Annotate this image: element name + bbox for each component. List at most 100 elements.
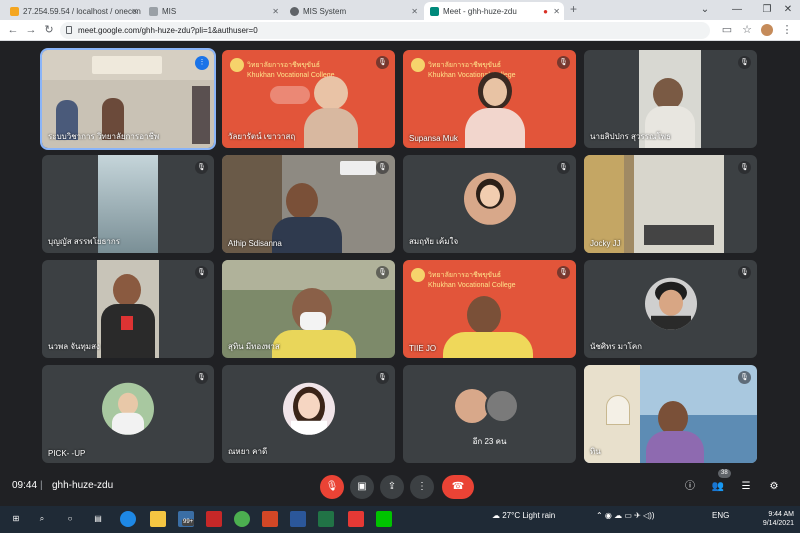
speaking-indicator-icon: ⋮ — [195, 56, 209, 70]
chrome-icon[interactable] — [234, 511, 250, 527]
reload-button[interactable]: ↻ — [40, 20, 58, 41]
weather-widget[interactable]: ☁ 27°C Light rain — [492, 511, 555, 520]
college-seal-icon — [411, 58, 425, 72]
participant-tile[interactable]: 🎙 สุทิน มีทองพาส — [222, 260, 395, 358]
avatar — [484, 389, 519, 423]
more-participants-tile[interactable]: อีก 23 คน — [403, 365, 576, 463]
participant-tile[interactable]: วิทยาลัยการอาชีพขุขันธ์ Khukhan Vocationa… — [403, 260, 576, 358]
file-explorer-icon[interactable] — [150, 511, 166, 527]
activities-button[interactable]: ⚙ — [765, 478, 783, 496]
mic-off-icon: 🎙 — [376, 371, 389, 384]
avatar — [102, 382, 154, 435]
microphone-toggle-button[interactable]: 🎙 — [320, 475, 344, 499]
present-screen-button[interactable]: ⇪ — [380, 475, 404, 499]
meeting-code: ghh-huze-zdu — [52, 480, 114, 491]
participant-tile[interactable]: วิทยาลัยการอาชีพขุขันธ์ Khukhan Vocationa… — [403, 50, 576, 148]
participants-button[interactable]: 👥 — [709, 478, 727, 496]
powerpoint-icon[interactable] — [262, 511, 278, 527]
cortana-icon[interactable]: ○ — [62, 511, 78, 527]
new-tab-button[interactable]: + — [570, 2, 577, 16]
mic-off-icon: 🎙 — [557, 266, 570, 279]
avatar — [282, 382, 335, 435]
tab-search-icon[interactable]: ⌄ — [690, 0, 720, 20]
meeting-details-button[interactable]: ⓘ — [681, 478, 699, 496]
more-options-button[interactable]: ⋮ — [410, 475, 434, 499]
participant-tile[interactable]: ⋮ ระบบวิชาการ วิทยาลัยการอาชีพ — [40, 48, 216, 150]
line-icon[interactable] — [376, 511, 392, 527]
edge-icon[interactable] — [120, 511, 136, 527]
tab-meet[interactable]: Meet - ghh-huze-zdu ● ✕ — [424, 2, 564, 20]
browser-toolbar: ← → ↻ meet.google.com/ghh-huze-zdu?pli=1… — [0, 20, 800, 41]
menu-kebab-icon[interactable]: ⋮ — [778, 20, 796, 41]
recording-icon: ● — [543, 6, 548, 16]
info-icon: ⓘ — [685, 481, 695, 492]
avatar — [644, 277, 697, 330]
mic-off-icon: 🎙 — [376, 56, 389, 69]
meeting-controls-bar: 09:44 | ghh-huze-zdu 🎙 ▣ ⇪ ⋮ ☎ ⓘ 👥 38 ☰ … — [0, 465, 800, 506]
back-button[interactable]: ← — [4, 20, 22, 41]
windows-start-icon[interactable]: ⊞ — [8, 511, 24, 527]
tab-phpmyadmin[interactable]: 27.254.59.54 / localhost / onecon ✕ — [4, 2, 142, 20]
tab-mis-system[interactable]: MIS System ✕ — [284, 2, 422, 20]
close-window-button[interactable]: ✕ — [776, 0, 800, 20]
participant-tile[interactable]: 🎙 สมฤทัย เค้มใจ — [403, 155, 576, 253]
mic-off-icon: 🎙 — [738, 161, 751, 174]
cloud-rain-icon: ☁ — [492, 511, 503, 520]
address-bar[interactable]: meet.google.com/ghh-huze-zdu?pli=1&authu… — [60, 22, 710, 39]
mic-off-icon: 🎙 — [195, 161, 208, 174]
college-seal-icon — [230, 58, 244, 72]
word-icon[interactable] — [290, 511, 306, 527]
input-language[interactable]: ENG — [712, 511, 729, 520]
browser-tab-bar: 27.254.59.54 / localhost / onecon ✕ MIS … — [0, 0, 800, 20]
app-icon[interactable] — [348, 511, 364, 527]
mic-off-icon: 🎙 — [376, 161, 389, 174]
search-icon[interactable]: ⌕ — [34, 511, 50, 527]
participant-count-badge: 38 — [718, 469, 731, 478]
chat-icon: ☰ — [741, 481, 751, 492]
bookmark-star-icon[interactable]: ☆ — [738, 20, 756, 41]
tab-mis[interactable]: MIS ✕ — [143, 2, 283, 20]
mic-off-icon: 🎙 — [195, 371, 208, 384]
mic-off-icon: 🎙 — [738, 56, 751, 69]
leave-call-button[interactable]: ☎ — [442, 475, 474, 499]
mic-off-icon: 🎙 — [738, 266, 751, 279]
mail-icon[interactable]: 99+ — [178, 511, 195, 527]
camera-icon: ▣ — [357, 481, 367, 492]
mic-off-icon: 🎙 — [195, 266, 208, 279]
tray-icons[interactable]: ⌃ ◉ ☁ ▭ ✈ ◁)) — [596, 511, 655, 520]
task-view-icon[interactable]: ▤ — [90, 511, 106, 527]
camera-permission-icon[interactable]: ▭ — [718, 20, 736, 41]
close-tab-icon[interactable]: ✕ — [553, 7, 560, 16]
clock-date[interactable]: 9:44 AM 9/14/2021 — [763, 510, 794, 528]
participant-tile[interactable]: 🎙 นวพล จันทุมสง — [42, 260, 214, 358]
participant-tile[interactable]: 🎙 บุญญัส สรรพโยธากร — [42, 155, 214, 253]
hang-up-icon: ☎ — [451, 481, 465, 492]
close-tab-icon[interactable]: ✕ — [272, 7, 279, 16]
participant-tile[interactable]: 🎙 ทิน — [584, 365, 757, 463]
avatar — [463, 172, 516, 225]
chat-button[interactable]: ☰ — [737, 478, 755, 496]
close-tab-icon[interactable]: ✕ — [131, 7, 138, 16]
camera-toggle-button[interactable]: ▣ — [350, 475, 374, 499]
profile-avatar[interactable] — [758, 20, 776, 41]
mic-off-icon: 🎙 — [557, 161, 570, 174]
mic-off-icon: 🎙 — [376, 266, 389, 279]
close-tab-icon[interactable]: ✕ — [411, 7, 418, 16]
participant-tile[interactable]: วิทยาลัยการอาชีพขุขันธ์ Khukhan Vocationa… — [222, 50, 395, 148]
participant-tile[interactable]: 🎙 PICK- -UP — [42, 365, 214, 463]
participant-tile[interactable]: 🎙 Jocky JJ — [584, 155, 757, 253]
minimize-button[interactable]: — — [722, 0, 752, 20]
forward-button[interactable]: → — [22, 20, 40, 41]
filezilla-icon[interactable] — [206, 511, 222, 527]
separator: | — [40, 480, 43, 491]
more-participants-label: อีก 23 คน — [472, 437, 507, 446]
people-icon: 👥 — [711, 481, 725, 492]
participant-tile[interactable]: 🎙 นายสิปปกร สุวรรณโพธ — [584, 50, 757, 148]
phpmyadmin-icon — [10, 6, 19, 16]
participant-tile[interactable]: 🎙 นัชศิทร มาโคก — [584, 260, 757, 358]
meeting-grid: ⋮ ระบบวิชาการ วิทยาลัยการอาชีพ วิทยาลัยก… — [0, 41, 800, 506]
participant-tile[interactable]: 🎙 ณหยา คาดี — [222, 365, 395, 463]
excel-icon[interactable] — [318, 511, 334, 527]
meeting-clock: 09:44 — [12, 480, 38, 491]
participant-tile[interactable]: 🎙 Athip Sdisanna — [222, 155, 395, 253]
